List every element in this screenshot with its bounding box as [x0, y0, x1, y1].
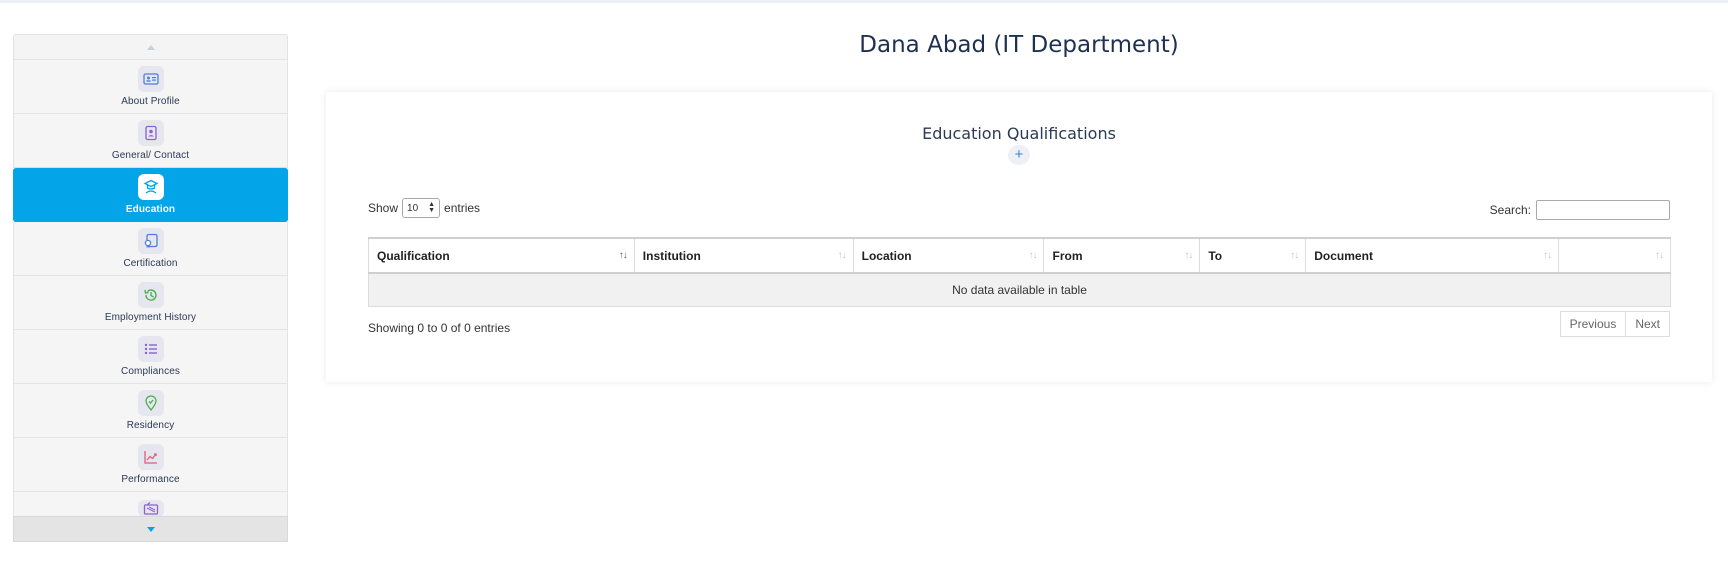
length-prefix-label: Show: [368, 201, 399, 215]
contact-card-icon: [137, 120, 164, 146]
list-icon: [137, 336, 164, 362]
table-search: Search:: [1490, 200, 1670, 220]
next-page-button[interactable]: Next: [1626, 311, 1670, 337]
chevron-down-icon: [146, 526, 155, 532]
history-icon: [137, 282, 164, 308]
sidebar-item-label: Certification: [123, 258, 178, 269]
entries-length-control: Show 10 ▲ ▼ entries: [368, 198, 480, 218]
column-header-document[interactable]: Document ↑↓: [1305, 237, 1560, 274]
graduation-icon: [137, 174, 164, 200]
column-header-label: From: [1052, 248, 1083, 263]
sidebar-item-label: Education: [125, 204, 176, 215]
column-header-label: To: [1208, 248, 1223, 263]
column-header-label: Document: [1314, 248, 1373, 263]
sort-icon: ↑↓: [1184, 250, 1193, 261]
sidebar-item-label: Employment History: [104, 312, 197, 323]
column-header-qualification[interactable]: Qualification ↑↓: [368, 237, 635, 274]
sort-icon: ↑↓: [1655, 250, 1664, 261]
chart-icon: [137, 444, 164, 470]
sidebar-item-compliances[interactable]: Compliances: [13, 330, 288, 384]
sidebar-item-about-profile[interactable]: About Profile: [13, 60, 288, 114]
sidebar-item-performance[interactable]: Performance: [13, 438, 288, 492]
column-header-label: Institution: [642, 248, 701, 263]
column-header-label: Qualification: [377, 248, 450, 263]
length-suffix-label: entries: [444, 201, 481, 215]
sidebar-item-more[interactable]: [13, 492, 288, 516]
education-card: Education Qualifications + Show 10 ▲ ▼ en…: [326, 92, 1712, 382]
sidebar-scroll-up-button[interactable]: [13, 34, 288, 60]
chevron-up-icon: [146, 44, 155, 50]
column-header-institution[interactable]: Institution ↑↓: [633, 237, 854, 274]
search-label: Search:: [1489, 203, 1531, 217]
sort-asc-icon: ↑↓: [618, 250, 628, 261]
id-card-icon: [137, 66, 164, 92]
pagination: Previous Next: [1559, 311, 1670, 337]
certificate-icon: [137, 228, 164, 254]
sidebar-item-label: Compliances: [121, 366, 180, 377]
card-title: Education Qualifications: [922, 124, 1116, 143]
column-header-from[interactable]: From ↑↓: [1043, 237, 1201, 274]
entries-per-page-value: 10: [407, 202, 419, 214]
ticket-icon: [137, 500, 164, 516]
column-header-actions[interactable]: ↑↓: [1558, 237, 1671, 274]
sidebar-item-label: About Profile: [121, 96, 180, 107]
column-header-to[interactable]: To ↑↓: [1199, 237, 1307, 274]
table-row: No data available in table: [368, 272, 1671, 307]
sort-icon: ↑↓: [1543, 250, 1552, 261]
profile-sidebar: About Profile General/ Contact Education…: [13, 34, 288, 546]
sidebar-item-label: General/ Contact: [111, 150, 190, 161]
location-pin-icon: [137, 390, 164, 416]
previous-page-button[interactable]: Previous: [1559, 311, 1627, 337]
sidebar-nav: About Profile General/ Contact Education…: [13, 60, 288, 516]
sort-icon: ↑↓: [837, 250, 847, 261]
sort-icon: ↑↓: [1028, 250, 1037, 261]
sidebar-item-general-contact[interactable]: General/ Contact: [13, 114, 288, 168]
sidebar-item-residency[interactable]: Residency: [13, 384, 288, 438]
sort-icon: ↑↓: [1290, 250, 1299, 261]
sidebar-scroll-down-button[interactable]: [13, 516, 288, 542]
search-input[interactable]: [1536, 200, 1670, 220]
sidebar-item-label: Performance: [121, 474, 180, 485]
add-education-button[interactable]: +: [1008, 145, 1030, 165]
column-header-location[interactable]: Location ↑↓: [852, 237, 1045, 274]
sidebar-item-certification[interactable]: Certification: [13, 222, 288, 276]
table-info: Showing 0 to 0 of 0 entries: [368, 321, 511, 335]
table-header-row: Qualification ↑↓ Institution ↑↓ Location ↑↓…: [368, 237, 1671, 274]
sidebar-item-education[interactable]: Education: [13, 168, 288, 222]
select-arrows-icon: ▲ ▼: [428, 201, 436, 214]
page-title: Dana Abad (IT Department): [859, 32, 1179, 58]
empty-table-message: No data available in table: [368, 272, 1671, 307]
education-table: Qualification ↑↓ Institution ↑↓ Location ↑↓…: [368, 237, 1671, 307]
sidebar-item-employment-history[interactable]: Employment History: [13, 276, 288, 330]
entries-per-page-select[interactable]: 10 ▲ ▼: [402, 198, 441, 218]
column-header-label: Location: [861, 248, 912, 263]
top-border: [0, 0, 1728, 3]
sidebar-item-label: Residency: [126, 420, 175, 431]
